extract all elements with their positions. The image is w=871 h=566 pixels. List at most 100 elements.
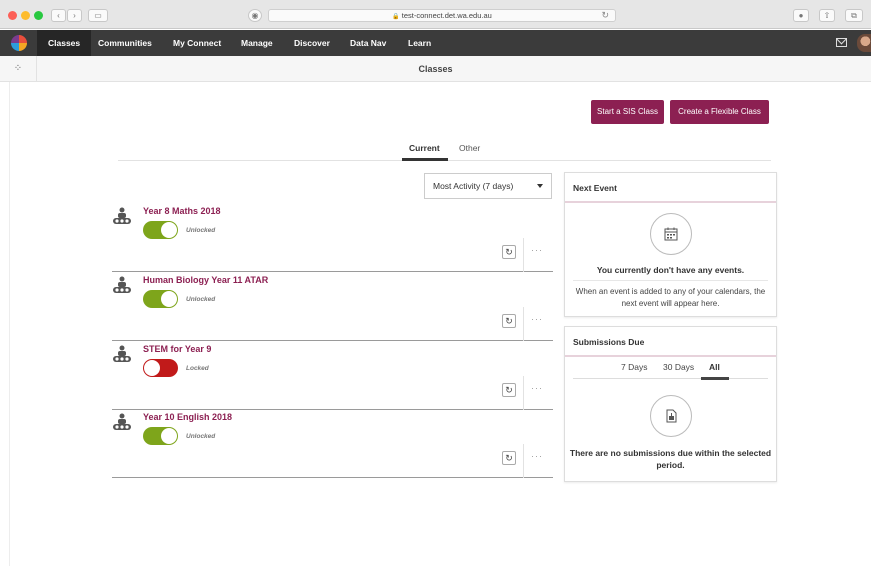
extension-icon: ◉ xyxy=(251,11,259,20)
no-events-help-line2: next event will appear here. xyxy=(621,299,720,308)
start-sis-class-button[interactable]: Start a SIS Class xyxy=(591,100,664,124)
tab-30-days[interactable]: 30 Days xyxy=(663,362,694,372)
nav-data-nav[interactable]: Data Nav xyxy=(339,30,397,56)
more-options-button[interactable]: ··· xyxy=(531,451,543,461)
class-name-link[interactable]: STEM for Year 9 xyxy=(143,344,211,354)
back-button[interactable]: ‹ xyxy=(51,9,66,22)
subtabs-divider xyxy=(573,378,768,379)
chevron-right-icon: › xyxy=(73,11,76,20)
refresh-icon: ↻ xyxy=(505,247,513,257)
refresh-button[interactable]: ↻ xyxy=(502,314,516,328)
class-group-icon xyxy=(113,276,131,293)
url-text: test-connect.det.wa.edu.au xyxy=(401,11,492,20)
avatar[interactable] xyxy=(857,34,871,52)
caret-down-icon xyxy=(537,184,543,188)
left-gutter xyxy=(0,82,10,566)
lock-status-label: Unlocked xyxy=(186,433,216,440)
minimize-window-button[interactable] xyxy=(21,11,30,20)
share-button[interactable]: ⇧ xyxy=(819,9,835,22)
mail-icon[interactable] xyxy=(836,38,847,47)
next-event-title: Next Event xyxy=(565,173,776,203)
nav-discover[interactable]: Discover xyxy=(283,30,341,56)
class-name-link[interactable]: Year 8 Maths 2018 xyxy=(143,206,221,216)
class-row: Year 10 English 2018 Unlocked ↻ ··· xyxy=(112,410,553,478)
tab-7-days[interactable]: 7 Days xyxy=(621,362,647,372)
ellipsis-icon: ··· xyxy=(531,314,543,324)
lock-status-label: Locked xyxy=(186,365,209,372)
tab-current[interactable]: Current xyxy=(409,143,440,153)
sidebar-toggle-button[interactable]: ▭ xyxy=(88,9,108,22)
ellipsis-icon: ··· xyxy=(531,451,543,461)
lock-icon: 🔒 xyxy=(392,14,400,20)
toggle-knob xyxy=(161,428,177,444)
close-window-button[interactable] xyxy=(8,11,17,20)
extension-button[interactable]: ◉ xyxy=(248,9,262,22)
class-group-icon xyxy=(113,345,131,362)
ellipsis-icon: ··· xyxy=(531,245,543,255)
row-separator xyxy=(523,444,524,478)
nav-communities[interactable]: Communities xyxy=(87,30,163,56)
refresh-icon: ↻ xyxy=(505,453,513,463)
nav-manage[interactable]: Manage xyxy=(230,30,284,56)
no-submissions-line2: period. xyxy=(656,460,685,470)
toggle-knob xyxy=(144,360,160,376)
more-options-button[interactable]: ··· xyxy=(531,314,543,324)
calendar-icon-circle xyxy=(650,213,692,255)
forward-button[interactable]: › xyxy=(67,9,82,22)
class-group-icon xyxy=(113,413,131,430)
chevron-left-icon: ‹ xyxy=(57,11,60,20)
submissions-due-panel: Submissions Due 7 Days 30 Days All There… xyxy=(564,326,777,482)
tab-all[interactable]: All xyxy=(709,362,720,372)
address-bar[interactable]: 🔒 test-connect.det.wa.edu.au ↻ xyxy=(268,9,616,22)
sort-select-value: Most Activity (7 days) xyxy=(433,181,514,191)
nav-my-connect[interactable]: My Connect xyxy=(162,30,232,56)
lock-toggle[interactable] xyxy=(143,290,178,308)
no-events-message: You currently don't have any events. xyxy=(596,265,745,275)
row-separator xyxy=(523,307,524,341)
tabs-icon: ⧉ xyxy=(851,11,857,20)
toggle-knob xyxy=(161,222,177,238)
refresh-button[interactable]: ↻ xyxy=(502,451,516,465)
more-options-button[interactable]: ··· xyxy=(531,245,543,255)
refresh-button[interactable]: ↻ xyxy=(502,245,516,259)
class-name-link[interactable]: Year 10 English 2018 xyxy=(143,412,232,422)
sort-select[interactable]: Most Activity (7 days) xyxy=(424,173,552,199)
ellipsis-icon: ··· xyxy=(531,383,543,393)
no-events-help-line1: When an event is added to any of your ca… xyxy=(575,287,766,296)
create-flexible-class-button[interactable]: Create a Flexible Class xyxy=(670,100,769,124)
class-row: Year 8 Maths 2018 Unlocked ↻ ··· xyxy=(112,204,553,272)
refresh-icon: ↻ xyxy=(505,316,513,326)
lock-status-label: Unlocked xyxy=(186,296,216,303)
connect-logo-icon[interactable] xyxy=(11,35,27,51)
tabs-button[interactable]: ⧉ xyxy=(845,9,863,22)
download-icon: ● xyxy=(798,11,804,20)
lock-toggle[interactable] xyxy=(143,359,178,377)
page-title: Classes xyxy=(418,64,453,74)
panel-divider xyxy=(573,280,768,281)
lock-toggle[interactable] xyxy=(143,221,178,239)
reload-icon[interactable]: ↻ xyxy=(601,10,609,21)
tab-other[interactable]: Other xyxy=(459,143,480,153)
zoom-window-button[interactable] xyxy=(34,11,43,20)
page-header: ⁘ Classes xyxy=(0,56,871,82)
class-row: Human Biology Year 11 ATAR Unlocked ↻ ··… xyxy=(112,273,553,341)
browser-toolbar: ‹ › ▭ ◉ 🔒 test-connect.det.wa.edu.au ↻ ●… xyxy=(0,0,871,29)
lock-toggle[interactable] xyxy=(143,427,178,445)
class-group-icon xyxy=(113,207,131,224)
row-separator xyxy=(523,238,524,272)
class-name-link[interactable]: Human Biology Year 11 ATAR xyxy=(143,275,268,285)
row-separator xyxy=(523,376,524,410)
nav-classes[interactable]: Classes xyxy=(37,30,92,56)
downloads-button[interactable]: ● xyxy=(793,9,809,22)
document-upload-icon xyxy=(666,409,677,423)
no-submissions-line1: There are no submissions due within the … xyxy=(569,448,772,458)
lock-status-label: Unlocked xyxy=(186,227,216,234)
more-options-button[interactable]: ··· xyxy=(531,383,543,393)
toggle-knob xyxy=(161,291,177,307)
next-event-panel: Next Event You currently don't have any … xyxy=(564,172,777,317)
calendar-icon xyxy=(664,227,678,241)
refresh-button[interactable]: ↻ xyxy=(502,383,516,397)
subtab-active-indicator xyxy=(701,377,729,380)
nav-learn[interactable]: Learn xyxy=(397,30,442,56)
sidebar-icon: ▭ xyxy=(94,11,102,20)
